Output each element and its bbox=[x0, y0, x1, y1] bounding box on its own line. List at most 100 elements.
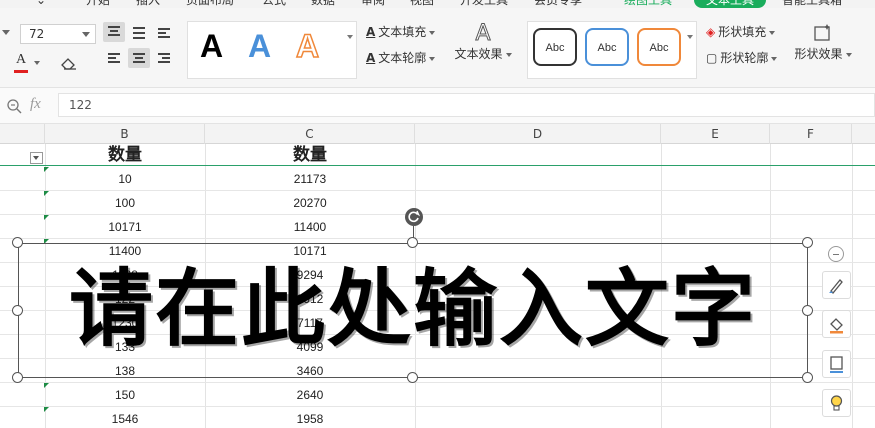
resize-handle-right[interactable] bbox=[802, 305, 813, 316]
minus-circle-icon[interactable] bbox=[828, 246, 844, 262]
table-cell[interactable]: 11400 bbox=[205, 215, 415, 239]
eraser-icon[interactable] bbox=[60, 56, 78, 70]
column-header-e[interactable]: E bbox=[661, 124, 770, 144]
table-cell[interactable]: 1958 bbox=[205, 407, 415, 428]
resize-handle-top-left[interactable] bbox=[12, 237, 23, 248]
align-top-button[interactable] bbox=[103, 22, 125, 42]
font-color-button[interactable]: A bbox=[12, 52, 52, 73]
align-center-button[interactable] bbox=[128, 48, 150, 68]
chevron-down-icon bbox=[505, 52, 512, 57]
table-cell[interactable]: 1546 bbox=[45, 407, 205, 428]
chevron-down-icon[interactable] bbox=[347, 35, 353, 39]
resize-handle-top-right[interactable] bbox=[802, 237, 813, 248]
text-style-blue[interactable]: A bbox=[248, 28, 271, 65]
outline-button[interactable] bbox=[822, 350, 851, 378]
column-header-row: B C D E F bbox=[0, 124, 875, 144]
shape-style-gallery[interactable]: Abc Abc Abc bbox=[527, 21, 697, 79]
table-header-c[interactable]: 数量 bbox=[205, 144, 415, 166]
text-outline-button[interactable]: A 文本轮廓 bbox=[366, 50, 436, 66]
resize-handle-bottom-left[interactable] bbox=[12, 372, 23, 383]
shape-outline-button[interactable]: ▢ 形状轮廓 bbox=[706, 50, 778, 66]
tab-formulas[interactable]: 公式 bbox=[262, 0, 286, 8]
filter-dropdown-icon[interactable] bbox=[30, 152, 43, 164]
shape-style-orange[interactable]: Abc bbox=[637, 28, 681, 66]
zoom-icon[interactable] bbox=[6, 98, 22, 114]
align-middle-button[interactable] bbox=[128, 22, 150, 42]
text-style-black[interactable]: A bbox=[200, 28, 223, 65]
table-cell[interactable]: 2640 bbox=[205, 383, 415, 407]
text-style-orange-outline[interactable]: A bbox=[295, 27, 320, 65]
shape-outline-icon: ▢ bbox=[706, 51, 718, 65]
shape-effects-button[interactable]: 形状效果 bbox=[792, 22, 854, 62]
chevron-down-icon[interactable] bbox=[2, 30, 10, 35]
idea-button[interactable] bbox=[822, 389, 851, 417]
tab-view[interactable]: 视图 bbox=[410, 0, 434, 8]
fx-label[interactable]: fx bbox=[30, 96, 41, 113]
tab-data[interactable]: 数据 bbox=[311, 0, 335, 8]
table-cell[interactable]: 20270 bbox=[205, 191, 415, 215]
column-header-d[interactable]: D bbox=[415, 124, 661, 144]
chevron-down-icon bbox=[771, 56, 778, 61]
text-box-content[interactable]: 请在此处输入文字 bbox=[19, 244, 807, 377]
table-header-b[interactable]: 数量 bbox=[45, 144, 205, 166]
align-right-button[interactable] bbox=[153, 48, 175, 68]
formula-bar: fx 122 bbox=[0, 88, 875, 124]
table-cell[interactable]: 21173 bbox=[205, 167, 415, 191]
tab-member[interactable]: 会员专享 bbox=[534, 0, 582, 8]
chevron-down-icon bbox=[34, 61, 40, 65]
column-header-c[interactable]: C bbox=[205, 124, 415, 144]
chevron-icon[interactable]: ⌄ bbox=[36, 0, 46, 8]
text-fill-button[interactable]: A 文本填充 bbox=[366, 24, 436, 40]
shape-style-dark[interactable]: Abc bbox=[533, 28, 577, 66]
text-fill-icon: A bbox=[366, 25, 376, 39]
shape-fill-button[interactable]: ◈ 形状填充 bbox=[706, 24, 776, 40]
text-outline-icon: A bbox=[366, 51, 376, 65]
shape-outline-icon bbox=[830, 356, 843, 373]
frozen-pane-line bbox=[0, 165, 875, 166]
ribbon-tab-bar: ⌄ 开始 插入 页面布局 公式 数据 审阅 视图 开发工具 会员专享 绘图工具 … bbox=[0, 0, 875, 8]
fill-button[interactable] bbox=[822, 310, 851, 338]
tab-page-layout[interactable]: 页面布局 bbox=[186, 0, 234, 8]
tab-home[interactable]: 开始 bbox=[86, 0, 110, 8]
resize-handle-left[interactable] bbox=[12, 305, 23, 316]
text-style-gallery[interactable]: A A A bbox=[187, 21, 357, 79]
chevron-down-icon bbox=[845, 52, 852, 57]
font-size-value: 72 bbox=[29, 27, 45, 41]
row-header-corner bbox=[0, 124, 45, 144]
brush-icon bbox=[829, 279, 843, 294]
align-left-button[interactable] bbox=[103, 48, 125, 68]
text-box[interactable]: 请在此处输入文字 bbox=[18, 243, 808, 378]
table-cell[interactable]: 10 bbox=[45, 167, 205, 191]
chevron-down-icon[interactable] bbox=[687, 35, 693, 39]
font-color-icon: A bbox=[16, 52, 27, 67]
formula-input[interactable]: 122 bbox=[58, 93, 875, 117]
text-effects-button[interactable]: A 文本效果 bbox=[453, 21, 513, 62]
paint-bucket-icon: ◈ bbox=[706, 25, 716, 39]
tab-developer[interactable]: 开发工具 bbox=[460, 0, 508, 8]
tab-drawing-tools[interactable]: 绘图工具 bbox=[624, 0, 672, 8]
column-header-b[interactable]: B bbox=[45, 124, 205, 144]
tab-review[interactable]: 审阅 bbox=[361, 0, 385, 8]
tab-insert[interactable]: 插入 bbox=[136, 0, 160, 8]
resize-handle-bottom[interactable] bbox=[407, 372, 418, 383]
font-color-swatch bbox=[14, 70, 28, 73]
resize-handle-top[interactable] bbox=[407, 237, 418, 248]
column-header-f[interactable]: F bbox=[770, 124, 852, 144]
chevron-down-icon bbox=[429, 30, 436, 35]
table-cell[interactable]: 150 bbox=[45, 383, 205, 407]
table-cell[interactable]: 100 bbox=[45, 191, 205, 215]
table-cell[interactable]: 10171 bbox=[45, 215, 205, 239]
chevron-down-icon bbox=[82, 32, 90, 37]
lightbulb-icon bbox=[830, 395, 843, 411]
style-brush-button[interactable] bbox=[822, 271, 851, 299]
tab-smart-toolbox[interactable]: 智能工具箱 bbox=[782, 0, 842, 8]
shape-style-blue[interactable]: Abc bbox=[585, 28, 629, 66]
align-bottom-button[interactable] bbox=[153, 22, 175, 42]
text-effects-icon: A bbox=[475, 21, 491, 46]
rotate-icon[interactable] bbox=[405, 208, 423, 226]
font-size-select[interactable]: 72 bbox=[20, 24, 96, 44]
tab-text-tools[interactable]: 文本工具 bbox=[694, 0, 767, 8]
chevron-down-icon bbox=[429, 56, 436, 61]
resize-handle-bottom-right[interactable] bbox=[802, 372, 813, 383]
chevron-down-icon bbox=[769, 30, 776, 35]
